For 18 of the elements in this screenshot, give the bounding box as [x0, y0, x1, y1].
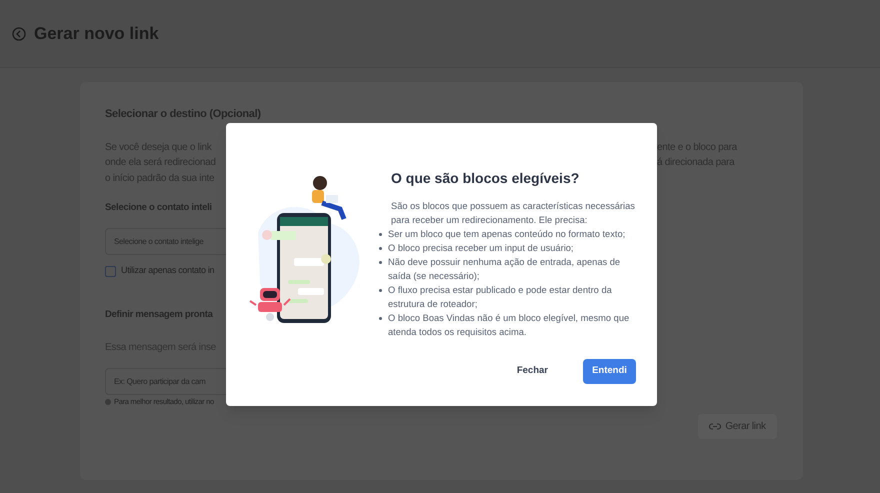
- requirement-text: O fluxo precisa estar publicado e pode estar dentro da estrutura de roteador;: [388, 284, 613, 311]
- link-icon: [709, 423, 722, 430]
- requirement-text: Não deve possuir nenhuma ação de entrada, apenas de saída (se necessário);: [388, 256, 622, 283]
- bullet-icon: [379, 261, 382, 264]
- info-icon: [105, 398, 111, 405]
- requirement-text: O bloco Boas Vindas não é um bloco elegível, mesmo que atenda todos os requisitos acima.: [388, 312, 630, 339]
- bullet-icon: [379, 247, 382, 250]
- checkbox[interactable]: [105, 266, 116, 276]
- requirement-text: O bloco precisa receber um input de usuário;: [388, 242, 574, 255]
- requirement-text: Ser um bloco que tem apenas conteúdo no formato texto;: [388, 228, 626, 241]
- confirm-button[interactable]: Entendi: [583, 359, 636, 384]
- back-icon[interactable]: [12, 26, 26, 40]
- bullet-icon: [379, 233, 382, 236]
- modal-intro: São os blocos que possuem as características necessárias para receber um redirecionamento. Ele precisa:: [391, 200, 636, 227]
- close-button[interactable]: Fechar: [504, 359, 560, 384]
- bullet-icon: [379, 317, 382, 320]
- bullet-icon: [379, 289, 382, 292]
- modal-title: O que são blocos elegíveis?: [391, 169, 580, 188]
